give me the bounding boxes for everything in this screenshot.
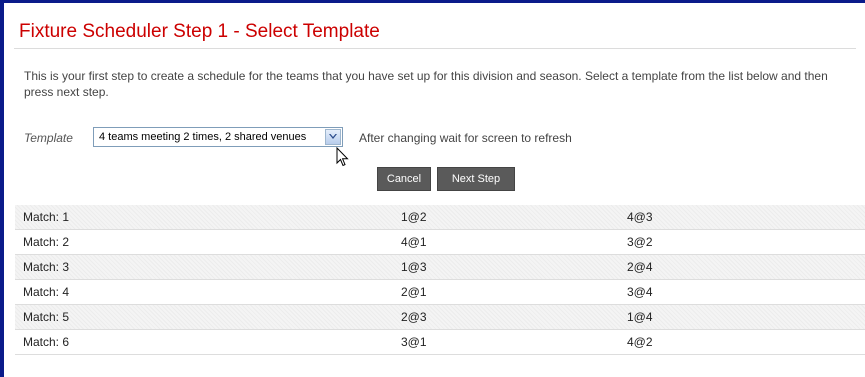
table-row: Match: 1 1@2 4@3 [15,205,865,230]
table-row: Match: 3 1@3 2@4 [15,255,865,280]
template-select[interactable]: 4 teams meeting 2 times, 2 shared venues [93,127,343,147]
match-fixture-b: 3@4 [627,285,653,299]
match-label: Match: 4 [23,285,70,299]
match-label: Match: 2 [23,235,70,249]
match-fixture-a: 4@1 [401,235,427,249]
mouse-pointer-icon [336,146,350,172]
title-divider [14,48,856,49]
match-fixture-b: 4@2 [627,335,653,349]
app-frame: Fixture Scheduler Step 1 - Select Templa… [0,0,865,377]
match-list: Match: 1 1@2 4@3 Match: 2 4@1 3@2 Match:… [15,205,865,355]
refresh-note: After changing wait for screen to refres… [359,131,572,145]
match-label: Match: 1 [23,210,70,224]
table-row: Match: 2 4@1 3@2 [15,230,865,255]
match-fixture-b: 4@3 [627,210,653,224]
template-select-value: 4 teams meeting 2 times, 2 shared venues [99,131,307,143]
cancel-button[interactable]: Cancel [377,167,431,191]
match-fixture-b: 3@2 [627,235,653,249]
match-fixture-b: 1@4 [627,310,653,324]
match-fixture-a: 1@2 [401,210,427,224]
table-row: Match: 4 2@1 3@4 [15,280,865,305]
match-label: Match: 3 [23,260,70,274]
match-fixture-a: 1@3 [401,260,427,274]
page-title: Fixture Scheduler Step 1 - Select Templa… [19,21,380,42]
match-label: Match: 6 [23,335,70,349]
match-fixture-a: 2@1 [401,285,427,299]
match-fixture-b: 2@4 [627,260,653,274]
intro-text: This is your first step to create a sche… [24,69,828,99]
match-fixture-a: 2@3 [401,310,427,324]
table-row: Match: 5 2@3 1@4 [15,305,865,330]
template-label: Template [24,131,73,145]
match-fixture-a: 3@1 [401,335,427,349]
chevron-down-icon[interactable] [325,129,341,145]
table-row: Match: 6 3@1 4@2 [15,330,865,355]
match-label: Match: 5 [23,310,70,324]
next-step-button[interactable]: Next Step [437,167,515,191]
